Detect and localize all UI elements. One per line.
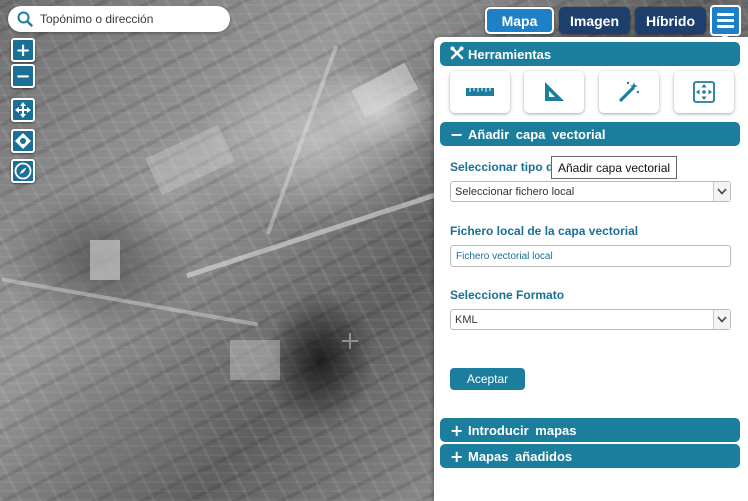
pan-button[interactable] (11, 98, 35, 122)
chevron-down-icon[interactable] (713, 310, 730, 329)
magic-tool-button[interactable] (599, 71, 659, 113)
expand-icon: + (450, 420, 464, 440)
locate-button[interactable] (11, 129, 35, 153)
introduce-maps-label: Introducir mapas (468, 422, 577, 438)
tooltip: Añadir capa vectorial (551, 156, 677, 179)
collapse-icon: − (450, 124, 464, 144)
introduce-maps-header[interactable]: + Introducir mapas (440, 418, 740, 442)
compass-icon (14, 162, 32, 180)
expand-icon: + (450, 446, 464, 466)
tools-header-label: Herramientas (468, 46, 552, 62)
set-square-icon (545, 82, 564, 101)
tools-icon (450, 45, 464, 64)
format-select[interactable]: KML (450, 309, 731, 330)
search-icon[interactable] (16, 10, 34, 28)
side-panel: Herramientas − Añadir capa vectorial Sel… (434, 37, 748, 501)
format-label: Seleccione Formato (450, 288, 565, 302)
file-label: Fichero local de la capa vectorial (450, 224, 639, 238)
search-box[interactable] (8, 6, 230, 32)
tools-header[interactable]: Herramientas (440, 42, 740, 66)
compass-button[interactable] (11, 159, 35, 183)
add-vector-header-label: Añadir capa vectorial (468, 126, 606, 142)
measure-area-button[interactable] (524, 71, 584, 113)
tab-image[interactable]: Imagen (559, 7, 630, 34)
type-select[interactable]: Seleccionar fichero local (450, 181, 731, 202)
ruler-icon (466, 88, 494, 96)
added-maps-header[interactable]: + Mapas añadidos (440, 444, 740, 468)
zoom-out-button[interactable]: − (11, 64, 35, 88)
added-maps-label: Mapas añadidos (468, 448, 573, 464)
add-vector-header[interactable]: − Añadir capa vectorial (440, 122, 740, 146)
magic-wand-icon (619, 81, 640, 102)
file-input[interactable] (450, 245, 731, 267)
tab-map[interactable]: Mapa (485, 7, 554, 34)
menu-button[interactable] (710, 5, 741, 36)
location-target-icon (15, 133, 31, 149)
crosshair-cursor-icon (342, 333, 358, 349)
chevron-down-icon[interactable] (713, 182, 730, 201)
move-arrows-icon (15, 102, 31, 118)
tab-hybrid[interactable]: Híbrido (635, 7, 706, 34)
zoom-in-button[interactable]: + (11, 38, 35, 62)
measure-distance-button[interactable] (450, 71, 510, 113)
search-input[interactable] (40, 12, 220, 26)
extent-arrows-icon (693, 81, 715, 103)
type-select-value: Seleccionar fichero local (455, 185, 575, 198)
full-extent-button[interactable] (674, 71, 734, 113)
format-select-value: KML (455, 313, 478, 326)
type-label: Seleccionar tipo de (450, 160, 561, 174)
hamburger-icon (717, 13, 734, 16)
accept-button[interactable]: Aceptar (450, 368, 525, 390)
